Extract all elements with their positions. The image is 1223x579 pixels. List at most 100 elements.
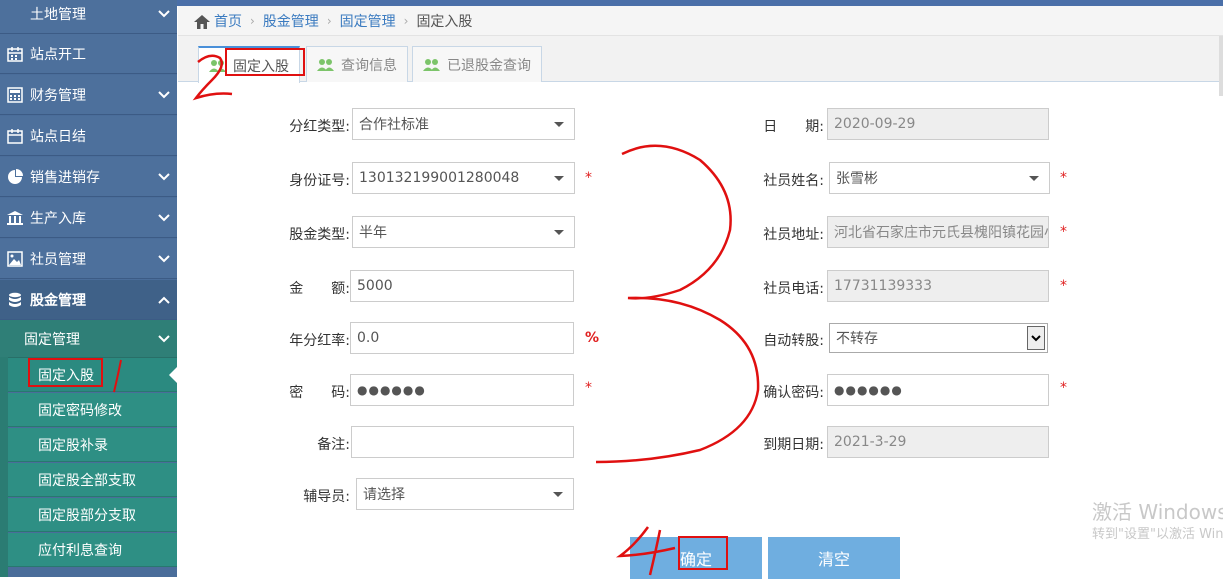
- member-phone-label: 社员电话:: [763, 281, 824, 297]
- sidebar-leaf-fixed-password[interactable]: 固定密码修改: [8, 393, 177, 427]
- sidebar-item-finance[interactable]: 财务管理: [0, 75, 177, 115]
- amount-input[interactable]: 5000: [350, 270, 574, 302]
- share-type-select[interactable]: 半年: [352, 216, 575, 248]
- expiry-input: 2021-3-29: [827, 426, 1049, 458]
- sidebar: 土地管理 站点开工 财务管理 站点日结 销售进销存 生产入库 社员管理 股金管理…: [0, 0, 177, 577]
- chevron-right-icon: ›: [403, 13, 409, 28]
- activation-watermark-title: 激活 Windows: [1092, 500, 1223, 524]
- confirm-password-label: 确认密码:: [763, 385, 824, 401]
- member-address-label: 社员地址:: [763, 227, 824, 243]
- password-value: ●●●●●●: [357, 383, 426, 397]
- pie-chart-icon: [0, 168, 30, 185]
- id-number-value: 130132199001280048: [359, 170, 520, 186]
- sidebar-leaf-fixed-supplement[interactable]: 固定股补录: [8, 428, 177, 462]
- sidebar-leaf-label: 固定入股: [38, 367, 94, 384]
- breadcrumb-fixed[interactable]: 固定管理: [340, 11, 396, 31]
- sidebar-item-label: 销售进销存: [30, 169, 100, 186]
- activation-watermark-hint: 转到"设置"以激活 Windows。: [1092, 527, 1223, 542]
- tab-withdrawn-query[interactable]: 已退股金查询: [412, 46, 542, 82]
- sidebar-leaf-label: 固定股部分支取: [38, 507, 136, 524]
- remark-label: 备注:: [317, 437, 350, 453]
- chevron-down-icon: [151, 7, 177, 21]
- sidebar-item-shares[interactable]: 股金管理: [0, 280, 177, 320]
- expiry-value: 2021-3-29: [834, 434, 907, 450]
- chevron-down-icon: [151, 211, 177, 225]
- caret-down-icon: [1029, 176, 1039, 181]
- caret-down-icon: [554, 230, 564, 235]
- amount-label: 金 额:: [289, 281, 350, 297]
- password-input[interactable]: ●●●●●●: [350, 374, 574, 406]
- required-mark: *: [1060, 278, 1067, 294]
- sidebar-item-label: 站点开工: [30, 46, 86, 63]
- sidebar-rail: [0, 357, 8, 577]
- dividend-type-label: 分红类型:: [289, 119, 350, 135]
- sidebar-item-daily-settlement[interactable]: 站点日结: [0, 116, 177, 156]
- caret-down-icon: [554, 176, 564, 181]
- date-value: 2020-09-29: [834, 116, 916, 132]
- tab-bar: 固定入股 查询信息 已退股金查询: [178, 36, 1223, 83]
- sidebar-item-site-start[interactable]: 站点开工: [0, 34, 177, 74]
- dividend-type-select[interactable]: 合作社标准: [352, 108, 575, 140]
- sidebar-item-label: 站点日结: [30, 128, 86, 145]
- amount-value: 5000: [357, 278, 393, 294]
- member-name-select[interactable]: 张雪彬: [829, 162, 1050, 194]
- annual-rate-label: 年分红率:: [289, 333, 350, 349]
- sidebar-leaf-interest-query[interactable]: 应付利息查询: [8, 533, 177, 567]
- date-input: 2020-09-29: [827, 108, 1049, 140]
- sidebar-item-label: 财务管理: [30, 87, 86, 104]
- id-number-select[interactable]: 130132199001280048: [352, 162, 575, 194]
- annual-rate-input[interactable]: 0.0: [350, 322, 574, 354]
- calendar-icon: [0, 46, 30, 62]
- dropdown-arrow-icon[interactable]: [1027, 326, 1045, 350]
- share-type-value: 半年: [359, 225, 387, 241]
- database-icon: [0, 292, 30, 308]
- sidebar-item-members[interactable]: 社员管理: [0, 239, 177, 279]
- member-name-value: 张雪彬: [836, 171, 878, 187]
- sidebar-leaf-label: 固定股补录: [38, 437, 108, 454]
- clear-button[interactable]: 清空: [768, 537, 900, 579]
- sidebar-submenu-label: 固定管理: [24, 331, 80, 348]
- confirm-button[interactable]: 确定: [630, 537, 762, 579]
- member-phone-value: 17731139333: [834, 278, 932, 294]
- picture-icon: [0, 250, 30, 267]
- sidebar-item-sales[interactable]: 销售进销存: [0, 157, 177, 197]
- required-mark: *: [585, 380, 592, 396]
- id-number-label: 身份证号:: [289, 173, 350, 189]
- sidebar-leaf-fixed-entry[interactable]: 固定入股: [8, 358, 177, 392]
- chevron-down-icon: [151, 252, 177, 266]
- tab-query-info[interactable]: 查询信息: [306, 46, 408, 82]
- tab-label: 固定入股: [233, 58, 289, 75]
- rate-unit: %: [585, 330, 600, 346]
- remark-input[interactable]: [351, 426, 574, 458]
- advisor-label: 辅导员:: [303, 489, 350, 505]
- sidebar-submenu-fixed[interactable]: 固定管理: [0, 320, 177, 358]
- sidebar-item-label: 股金管理: [30, 292, 86, 309]
- auto-convert-select[interactable]: 不转存: [829, 323, 1048, 353]
- scrollbar[interactable]: [1219, 36, 1223, 96]
- required-mark: *: [1060, 380, 1067, 396]
- confirm-password-value: ●●●●●●: [834, 383, 903, 397]
- confirm-password-input[interactable]: ●●●●●●: [827, 374, 1049, 406]
- sidebar-item-land[interactable]: 土地管理: [0, 0, 177, 34]
- sidebar-leaf-partial-withdraw[interactable]: 固定股部分支取: [8, 498, 177, 532]
- required-mark: *: [1060, 170, 1067, 186]
- sidebar-leaf-full-withdraw[interactable]: 固定股全部支取: [8, 463, 177, 497]
- breadcrumb-home[interactable]: 首页: [214, 11, 242, 31]
- chevron-right-icon: ›: [326, 13, 332, 28]
- breadcrumb-current: 固定入股: [416, 13, 473, 30]
- tab-fixed-entry[interactable]: 固定入股: [198, 46, 300, 83]
- annual-rate-value: 0.0: [357, 330, 380, 346]
- home-icon: [194, 14, 210, 29]
- chevron-up-icon: [151, 293, 177, 307]
- auto-convert-label: 自动转股:: [763, 333, 824, 349]
- chevron-right-icon: ›: [250, 13, 255, 28]
- auto-convert-value: 不转存: [836, 331, 878, 347]
- bank-icon: [0, 210, 30, 226]
- sidebar-item-production[interactable]: 生产入库: [0, 198, 177, 238]
- breadcrumb: 首页 › 股金管理 › 固定管理 › 固定入股: [178, 6, 1223, 36]
- advisor-select[interactable]: 请选择: [356, 478, 574, 510]
- tab-label: 已退股金查询: [447, 57, 531, 74]
- breadcrumb-shares[interactable]: 股金管理: [263, 11, 319, 31]
- users-icon: [209, 59, 227, 73]
- date-label: 日 期:: [763, 119, 824, 135]
